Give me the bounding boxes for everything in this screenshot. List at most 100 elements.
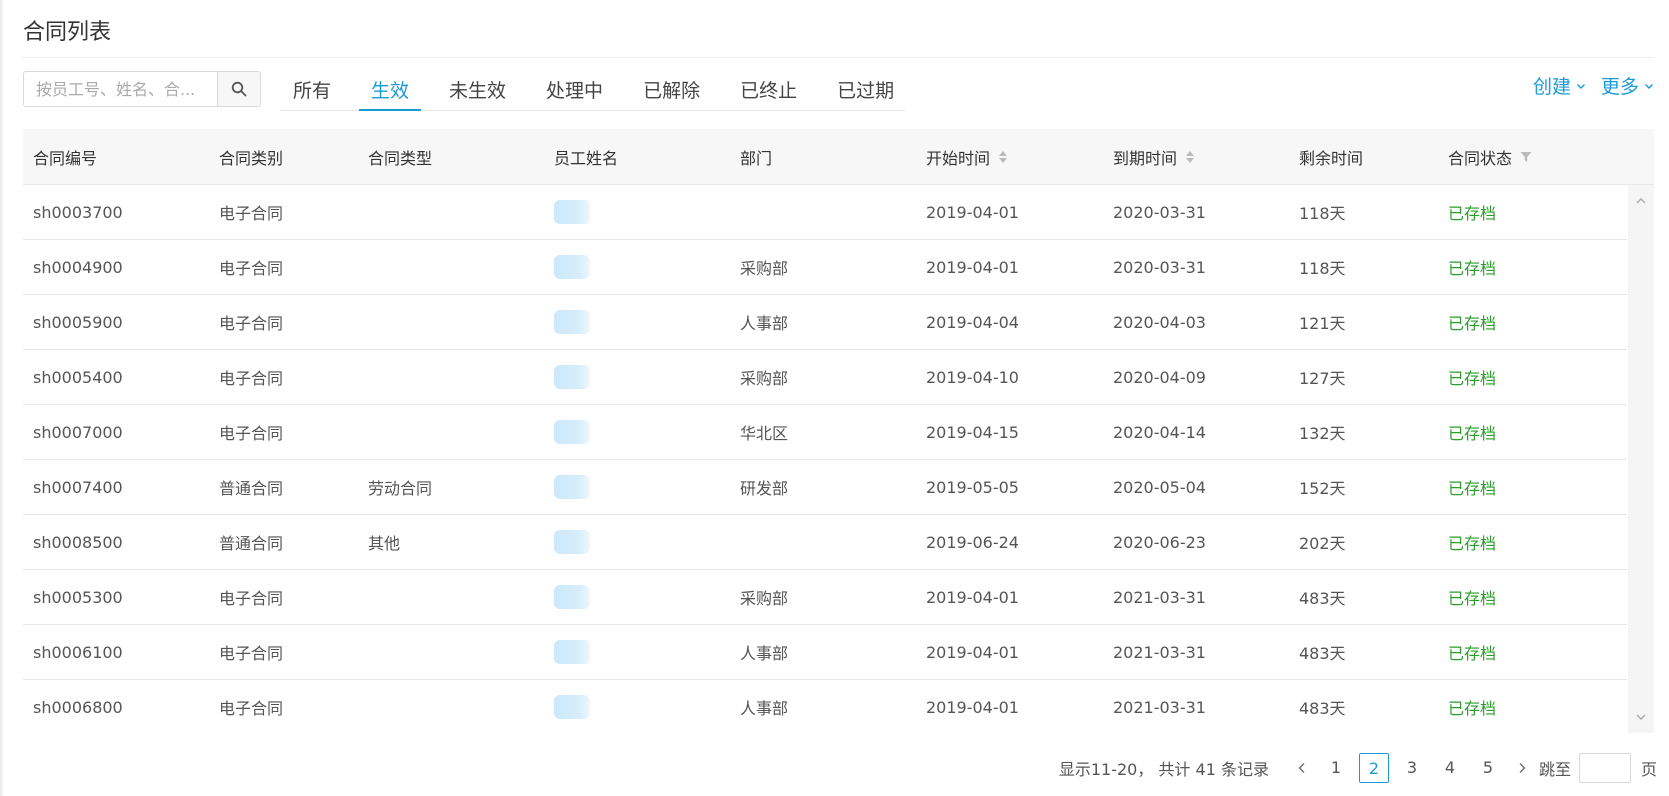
blurred-employee-name	[554, 585, 590, 609]
header-employee-name: 员工姓名	[554, 148, 619, 168]
cell-start-date: 2019-04-10	[926, 367, 1019, 387]
scroll-up-button[interactable]	[1628, 189, 1654, 213]
cell-start-date: 2019-04-01	[926, 697, 1019, 717]
cell-contract-status: 已存档	[1448, 259, 1497, 278]
blurred-employee-name	[554, 640, 590, 664]
search-button[interactable]	[217, 72, 260, 106]
cell-employee-name	[544, 255, 730, 279]
tab-2[interactable]: 未生效	[437, 72, 518, 110]
filter-icon[interactable]	[1520, 151, 1532, 163]
cell-department: 采购部	[740, 369, 789, 388]
cell-department: 采购部	[740, 259, 789, 278]
cell-employee-name	[544, 530, 730, 554]
prev-page-button[interactable]	[1287, 758, 1317, 779]
left-edge-shadow	[0, 0, 4, 796]
scroll-up-icon	[1636, 198, 1646, 204]
table-row[interactable]: sh0003700 电子合同 2019-04-01 2020-03-31 118天 已存档	[23, 185, 1627, 240]
tab-0[interactable]: 所有	[281, 72, 343, 110]
cell-contract-number: sh0004900	[33, 257, 123, 277]
page-number-2[interactable]: 2	[1358, 753, 1389, 783]
cell-end-date: 2020-03-31	[1113, 202, 1206, 222]
cell-contract-status: 已存档	[1448, 699, 1497, 718]
pagination-summary: 显示11-20， 共计 41 条记录	[1058, 760, 1269, 779]
blurred-employee-name	[554, 695, 590, 719]
cell-department: 采购部	[740, 589, 789, 608]
cell-start-date: 2019-06-24	[926, 532, 1019, 552]
vertical-scrollbar[interactable]	[1628, 185, 1654, 733]
header-end-date[interactable]: 到期时间	[1103, 129, 1289, 184]
table-row[interactable]: sh0006800 电子合同 人事部 2019-04-01 2021-03-31 483天…	[23, 680, 1627, 733]
cell-employee-name	[544, 200, 730, 224]
chevron-down-icon	[1645, 83, 1653, 89]
cell-end-date: 2021-03-31	[1113, 697, 1206, 717]
header-contract-status[interactable]: 合同状态	[1438, 129, 1627, 184]
tab-4[interactable]: 已解除	[631, 72, 712, 110]
cell-start-date: 2019-04-01	[926, 642, 1019, 662]
create-dropdown[interactable]: 创建	[1533, 72, 1587, 99]
table-body-viewport: sh0003700 电子合同 2019-04-01 2020-03-31 118天 已存档…	[23, 185, 1654, 733]
tab-3[interactable]: 处理中	[534, 72, 615, 110]
sort-icon[interactable]	[1185, 149, 1195, 165]
cell-start-date: 2019-04-01	[926, 587, 1019, 607]
table-row[interactable]: sh0005900 电子合同 人事部 2019-04-04 2020-04-03 121天…	[23, 295, 1627, 350]
page-number-3[interactable]: 3	[1397, 753, 1427, 783]
cell-remaining-time: 132天	[1299, 424, 1346, 443]
more-dropdown[interactable]: 更多	[1601, 72, 1655, 99]
table-row[interactable]: sh0005400 电子合同 采购部 2019-04-10 2020-04-09 127天…	[23, 350, 1627, 405]
search-input[interactable]	[24, 72, 217, 106]
scroll-down-button[interactable]	[1628, 705, 1654, 729]
page-number-1[interactable]: 1	[1321, 753, 1351, 783]
tab-1[interactable]: 生效	[359, 72, 422, 111]
cell-employee-name	[544, 585, 730, 609]
table-row[interactable]: sh0006100 电子合同 人事部 2019-04-01 2021-03-31 483天…	[23, 625, 1627, 680]
cell-end-date: 2020-04-09	[1113, 367, 1206, 387]
blurred-employee-name	[554, 255, 590, 279]
cell-end-date: 2020-04-14	[1113, 422, 1206, 442]
next-page-button[interactable]	[1507, 758, 1537, 779]
cell-start-date: 2019-04-01	[926, 202, 1019, 222]
sort-icon[interactable]	[998, 149, 1008, 165]
cell-remaining-time: 483天	[1299, 699, 1346, 718]
table-body: sh0003700 电子合同 2019-04-01 2020-03-31 118天 已存档…	[23, 185, 1627, 733]
cell-end-date: 2020-05-04	[1113, 477, 1206, 497]
blurred-employee-name	[554, 530, 590, 554]
table-row[interactable]: sh0004900 电子合同 采购部 2019-04-01 2020-03-31 118天…	[23, 240, 1627, 295]
cell-end-date: 2021-03-31	[1113, 642, 1206, 662]
cell-start-date: 2019-04-04	[926, 312, 1019, 332]
cell-contract-number: sh0005900	[33, 312, 123, 332]
page-number-4[interactable]: 4	[1435, 753, 1465, 783]
cell-department: 研发部	[740, 479, 789, 498]
cell-remaining-time: 121天	[1299, 314, 1346, 333]
page-number-5[interactable]: 5	[1473, 753, 1503, 783]
page-number-list: 12345	[1317, 753, 1507, 783]
cell-contract-status: 已存档	[1448, 204, 1497, 223]
header-remaining-time: 剩余时间	[1299, 148, 1364, 168]
contract-table: 合同编号 合同类别 合同类型 员工姓名 部门 开始时间 到期时间 剩余时间 合同…	[23, 129, 1654, 733]
table-row[interactable]: sh0007400 普通合同 劳动合同 研发部 2019-05-05 2020-05-04…	[23, 460, 1627, 515]
cell-employee-name	[544, 365, 730, 389]
cell-department: 人事部	[740, 644, 789, 663]
cell-employee-name	[544, 420, 730, 444]
cell-contract-number: sh0005300	[33, 587, 123, 607]
cell-remaining-time: 118天	[1299, 204, 1346, 223]
cell-contract-number: sh0006800	[33, 697, 123, 717]
header-contract-type: 合同类型	[368, 148, 433, 168]
cell-contract-type: 劳动合同	[368, 479, 433, 498]
cell-end-date: 2020-06-23	[1113, 532, 1206, 552]
header-start-date[interactable]: 开始时间	[916, 129, 1103, 184]
header-contract-number: 合同编号	[33, 148, 98, 168]
table-row[interactable]: sh0005300 电子合同 采购部 2019-04-01 2021-03-31 483天…	[23, 570, 1627, 625]
pagination: 显示11-20， 共计 41 条记录 12345 跳至 页	[1059, 752, 1657, 784]
cell-remaining-time: 127天	[1299, 369, 1346, 388]
cell-remaining-time: 202天	[1299, 534, 1346, 553]
cell-contract-number: sh0007000	[33, 422, 123, 442]
status-tabs: 所有 生效 未生效 处理中 已解除 已终止 已过期	[281, 72, 905, 111]
cell-contract-number: sh0006100	[33, 642, 123, 662]
table-row[interactable]: sh0007000 电子合同 华北区 2019-04-15 2020-04-14 132天…	[23, 405, 1627, 460]
jump-label: 跳至	[1538, 760, 1571, 779]
cell-end-date: 2020-04-03	[1113, 312, 1206, 332]
tab-5[interactable]: 已终止	[728, 72, 809, 110]
jump-page-input[interactable]	[1578, 753, 1631, 783]
table-row[interactable]: sh0008500 普通合同 其他 2019-06-24 2020-06-23 202天 已…	[23, 515, 1627, 570]
tab-6[interactable]: 已过期	[825, 72, 906, 110]
